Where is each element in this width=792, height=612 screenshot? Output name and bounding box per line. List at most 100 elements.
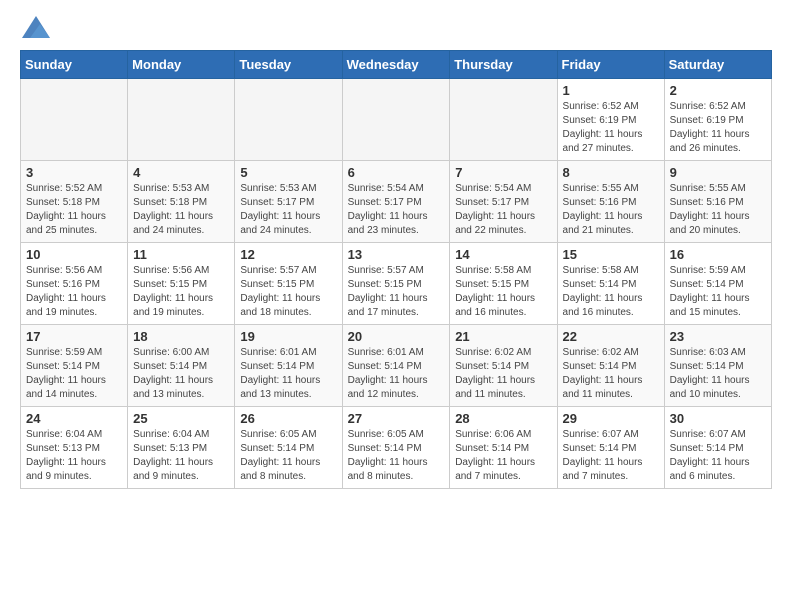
calendar-cell: 29 Sunrise: 6:07 AM Sunset: 5:14 PM Dayli… [557,407,664,489]
page: SundayMondayTuesdayWednesdayThursdayFrid… [0,0,792,509]
calendar-cell: 11Sunrise: 5:56 AM Sunset: 5:15 PM Dayli… [128,243,235,325]
calendar-cell: 26 Sunrise: 6:05 AM Sunset: 5:14 PM Dayli… [235,407,342,489]
day-number: 4 [133,165,229,180]
day-info: Sunrise: 5:59 AM Sunset: 5:14 PM Dayligh… [670,264,766,320]
day-info: Sunrise: 5:52 AM Sunset: 5:18 PM Dayligh… [26,182,122,238]
calendar-cell: 8 Sunrise: 5:55 AM Sunset: 5:16 PM Daylig… [557,161,664,243]
calendar-cell: 7Sunrise: 5:54 AM Sunset: 5:17 PM Daylig… [450,161,557,243]
calendar-cell: 21 Sunrise: 6:02 AM Sunset: 5:14 PM Dayli… [450,325,557,407]
day-info: Sunrise: 6:00 AM Sunset: 5:14 PM Dayligh… [133,346,229,402]
logo-icon [22,16,50,38]
day-number: 12 [240,247,336,262]
calendar-cell [450,79,557,161]
calendar-cell [21,79,128,161]
calendar-header-row: SundayMondayTuesdayWednesdayThursdayFrid… [21,51,772,79]
day-number: 29 [563,411,659,426]
day-number: 24 [26,411,122,426]
day-info: Sunrise: 5:54 AM Sunset: 5:17 PM Dayligh… [348,182,445,238]
calendar-cell: 12 Sunrise: 5:57 AM Sunset: 5:15 PM Dayli… [235,243,342,325]
day-number: 14 [455,247,551,262]
day-number: 20 [348,329,445,344]
day-info: Sunrise: 6:02 AM Sunset: 5:14 PM Dayligh… [455,346,551,402]
day-number: 17 [26,329,122,344]
day-number: 22 [563,329,659,344]
calendar-cell [342,79,450,161]
weekday-header: Monday [128,51,235,79]
day-info: Sunrise: 5:54 AM Sunset: 5:17 PM Dayligh… [455,182,551,238]
day-number: 27 [348,411,445,426]
day-info: Sunrise: 5:59 AM Sunset: 5:14 PM Dayligh… [26,346,122,402]
calendar-week-row: 1 Sunrise: 6:52 AM Sunset: 6:19 PM Daylig… [21,79,772,161]
day-info: Sunrise: 5:55 AM Sunset: 5:16 PM Dayligh… [670,182,766,238]
day-number: 8 [563,165,659,180]
calendar-cell: 14 Sunrise: 5:58 AM Sunset: 5:15 PM Dayli… [450,243,557,325]
day-number: 23 [670,329,766,344]
weekday-header: Friday [557,51,664,79]
day-number: 13 [348,247,445,262]
calendar-cell: 23 Sunrise: 6:03 AM Sunset: 5:14 PM Dayli… [664,325,771,407]
day-info: Sunrise: 6:03 AM Sunset: 5:14 PM Dayligh… [670,346,766,402]
day-number: 19 [240,329,336,344]
day-number: 1 [563,83,659,98]
day-info: Sunrise: 5:57 AM Sunset: 5:15 PM Dayligh… [348,264,445,320]
calendar-week-row: 17 Sunrise: 5:59 AM Sunset: 5:14 PM Dayli… [21,325,772,407]
calendar-cell: 2 Sunrise: 6:52 AM Sunset: 6:19 PM Daylig… [664,79,771,161]
day-info: Sunrise: 5:56 AM Sunset: 5:16 PM Dayligh… [26,264,122,320]
day-info: Sunrise: 6:52 AM Sunset: 6:19 PM Dayligh… [670,100,766,156]
day-info: Sunrise: 6:06 AM Sunset: 5:14 PM Dayligh… [455,428,551,484]
calendar-cell: 19 Sunrise: 6:01 AM Sunset: 5:14 PM Dayli… [235,325,342,407]
weekday-header: Thursday [450,51,557,79]
day-info: Sunrise: 6:07 AM Sunset: 5:14 PM Dayligh… [670,428,766,484]
day-number: 2 [670,83,766,98]
calendar-cell: 4 Sunrise: 5:53 AM Sunset: 5:18 PM Daylig… [128,161,235,243]
day-number: 18 [133,329,229,344]
calendar-cell [235,79,342,161]
day-number: 21 [455,329,551,344]
day-info: Sunrise: 5:57 AM Sunset: 5:15 PM Dayligh… [240,264,336,320]
day-number: 26 [240,411,336,426]
calendar-week-row: 3 Sunrise: 5:52 AM Sunset: 5:18 PM Daylig… [21,161,772,243]
day-info: Sunrise: 5:53 AM Sunset: 5:17 PM Dayligh… [240,182,336,238]
calendar-cell: 15 Sunrise: 5:58 AM Sunset: 5:14 PM Dayli… [557,243,664,325]
calendar-cell: 28 Sunrise: 6:06 AM Sunset: 5:14 PM Dayli… [450,407,557,489]
day-info: Sunrise: 6:01 AM Sunset: 5:14 PM Dayligh… [348,346,445,402]
logo-text [20,16,50,38]
calendar-cell: 30 Sunrise: 6:07 AM Sunset: 5:14 PM Dayli… [664,407,771,489]
day-info: Sunrise: 6:05 AM Sunset: 5:14 PM Dayligh… [240,428,336,484]
calendar-cell: 9 Sunrise: 5:55 AM Sunset: 5:16 PM Daylig… [664,161,771,243]
calendar-cell: 25Sunrise: 6:04 AM Sunset: 5:13 PM Dayli… [128,407,235,489]
day-number: 6 [348,165,445,180]
day-info: Sunrise: 5:58 AM Sunset: 5:14 PM Dayligh… [563,264,659,320]
weekday-header: Wednesday [342,51,450,79]
calendar-week-row: 10Sunrise: 5:56 AM Sunset: 5:16 PM Dayli… [21,243,772,325]
day-info: Sunrise: 6:04 AM Sunset: 5:13 PM Dayligh… [133,428,229,484]
day-info: Sunrise: 6:07 AM Sunset: 5:14 PM Dayligh… [563,428,659,484]
calendar-cell: 18 Sunrise: 6:00 AM Sunset: 5:14 PM Dayli… [128,325,235,407]
calendar-cell: 27 Sunrise: 6:05 AM Sunset: 5:14 PM Dayli… [342,407,450,489]
calendar-cell: 20 Sunrise: 6:01 AM Sunset: 5:14 PM Dayli… [342,325,450,407]
day-number: 30 [670,411,766,426]
day-number: 3 [26,165,122,180]
calendar-table: SundayMondayTuesdayWednesdayThursdayFrid… [20,50,772,489]
calendar-cell: 3 Sunrise: 5:52 AM Sunset: 5:18 PM Daylig… [21,161,128,243]
day-number: 28 [455,411,551,426]
calendar-cell: 5 Sunrise: 5:53 AM Sunset: 5:17 PM Daylig… [235,161,342,243]
calendar-cell: 1 Sunrise: 6:52 AM Sunset: 6:19 PM Daylig… [557,79,664,161]
calendar-cell: 10Sunrise: 5:56 AM Sunset: 5:16 PM Dayli… [21,243,128,325]
day-info: Sunrise: 6:05 AM Sunset: 5:14 PM Dayligh… [348,428,445,484]
day-info: Sunrise: 5:53 AM Sunset: 5:18 PM Dayligh… [133,182,229,238]
header [20,16,772,38]
day-info: Sunrise: 6:02 AM Sunset: 5:14 PM Dayligh… [563,346,659,402]
day-info: Sunrise: 6:04 AM Sunset: 5:13 PM Dayligh… [26,428,122,484]
day-number: 9 [670,165,766,180]
calendar-week-row: 24 Sunrise: 6:04 AM Sunset: 5:13 PM Dayli… [21,407,772,489]
logo [20,16,50,38]
day-info: Sunrise: 5:55 AM Sunset: 5:16 PM Dayligh… [563,182,659,238]
calendar-cell: 24 Sunrise: 6:04 AM Sunset: 5:13 PM Dayli… [21,407,128,489]
day-number: 5 [240,165,336,180]
day-info: Sunrise: 6:01 AM Sunset: 5:14 PM Dayligh… [240,346,336,402]
day-info: Sunrise: 6:52 AM Sunset: 6:19 PM Dayligh… [563,100,659,156]
weekday-header: Tuesday [235,51,342,79]
day-info: Sunrise: 5:58 AM Sunset: 5:15 PM Dayligh… [455,264,551,320]
day-number: 15 [563,247,659,262]
